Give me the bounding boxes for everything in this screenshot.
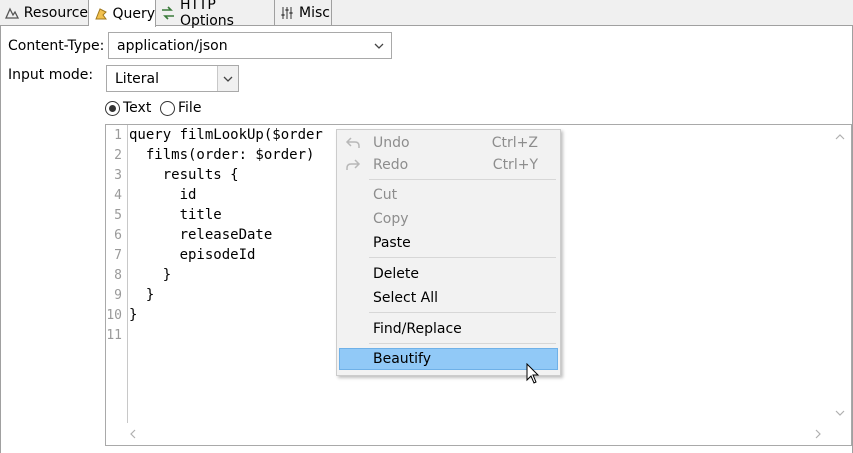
radio-text-label: Text [123, 100, 152, 116]
line-number: 8 [114, 268, 122, 283]
tab-label: Misc [299, 5, 330, 21]
radio-file-label: File [178, 100, 202, 116]
line-number: 4 [114, 188, 122, 203]
mouse-pointer-icon [526, 363, 540, 384]
radio-selected-indicator[interactable] [105, 100, 120, 116]
menu-item-label: Find/Replace [373, 321, 462, 337]
chevron-down-icon [223, 76, 233, 82]
menu-item-shortcut: Ctrl+Z [491, 135, 538, 151]
code-line: title [129, 207, 222, 223]
undo-icon [345, 137, 360, 148]
menu-item-label: Copy [373, 211, 409, 227]
tab-misc[interactable]: Misc [275, 0, 332, 26]
code-line: } [129, 287, 155, 303]
scroll-right-icon[interactable] [811, 427, 825, 441]
menu-item-cut[interactable]: Cut [339, 184, 558, 206]
line-number: 1 [114, 128, 122, 143]
menu-item-redo[interactable]: Redo Ctrl+Y [339, 154, 558, 176]
input-mode-select[interactable]: Literal [106, 65, 239, 92]
radio-unselected-indicator[interactable] [160, 100, 175, 116]
menu-separator [369, 257, 556, 258]
menu-item-label: Paste [373, 235, 411, 251]
tab-http-options[interactable]: HTTP Options [156, 0, 275, 29]
scroll-left-icon[interactable] [126, 427, 140, 441]
menu-item-find-replace[interactable]: Find/Replace [339, 318, 558, 340]
menu-item-label: Delete [373, 266, 419, 282]
line-number: 10 [106, 308, 122, 323]
context-menu: Undo Ctrl+Z Redo Ctrl+Y Cut Copy Paste D… [336, 129, 561, 376]
line-number: 3 [114, 168, 122, 183]
query-icon [93, 6, 108, 22]
code-line: id [129, 187, 197, 203]
code-line: releaseDate [129, 227, 273, 243]
code-line: } [129, 267, 172, 283]
menu-separator [369, 343, 556, 344]
tab-label: Resource [23, 5, 88, 21]
menu-item-label: Select All [373, 290, 438, 306]
menu-item-paste[interactable]: Paste [339, 232, 558, 254]
chevron-down-icon [374, 43, 384, 49]
menu-separator [369, 312, 556, 313]
line-number-gutter: 1 2 3 4 5 6 7 8 9 10 11 [106, 125, 128, 425]
menu-item-select-all[interactable]: Select All [339, 287, 558, 309]
line-number: 5 [114, 208, 122, 223]
radio-text[interactable]: Text [105, 100, 151, 116]
line-number: 6 [114, 228, 122, 243]
vertical-scrollbar[interactable] [829, 125, 851, 425]
menu-item-label: Beautify [373, 351, 432, 367]
line-number: 11 [106, 328, 122, 343]
menu-item-delete[interactable]: Delete [339, 263, 558, 285]
code-line: films(order: $order) [129, 147, 315, 163]
code-line: query filmLookUp($order [129, 127, 323, 143]
misc-icon [279, 5, 295, 21]
scroll-up-icon[interactable] [833, 130, 847, 144]
tab-bar: Resource Query HTTP Options Misc [0, 0, 853, 29]
http-options-icon [160, 5, 176, 21]
menu-separator [369, 179, 556, 180]
menu-item-copy[interactable]: Copy [339, 208, 558, 230]
tab-query[interactable]: Query [89, 0, 156, 27]
tab-label: HTTP Options [179, 0, 234, 29]
horizontal-scrollbar[interactable] [106, 423, 830, 445]
tab-resource[interactable]: Resource [0, 0, 89, 26]
scroll-down-icon[interactable] [833, 406, 847, 420]
code-line: episodeId [129, 247, 256, 263]
resource-icon [4, 5, 20, 21]
content-type-value: application/json [117, 37, 228, 54]
line-number: 7 [114, 248, 122, 263]
menu-item-label: Redo [373, 157, 409, 173]
line-number: 2 [114, 148, 122, 163]
dropdown-button[interactable] [217, 66, 238, 91]
input-mode-label: Input mode: [8, 67, 94, 83]
menu-item-label: Undo [373, 135, 410, 151]
line-number: 9 [114, 288, 122, 303]
tab-label: Query [112, 5, 155, 22]
radio-file[interactable]: File [160, 100, 201, 116]
code-line: results { [129, 167, 239, 183]
menu-item-label: Cut [373, 187, 398, 203]
redo-icon [346, 159, 361, 170]
code-line: } [129, 307, 138, 323]
menu-item-shortcut: Ctrl+Y [492, 157, 538, 173]
content-type-label: Content-Type: [8, 38, 105, 54]
menu-item-undo[interactable]: Undo Ctrl+Z [339, 132, 558, 154]
input-mode-value: Literal [115, 70, 160, 87]
content-type-combo[interactable]: application/json [108, 32, 392, 59]
